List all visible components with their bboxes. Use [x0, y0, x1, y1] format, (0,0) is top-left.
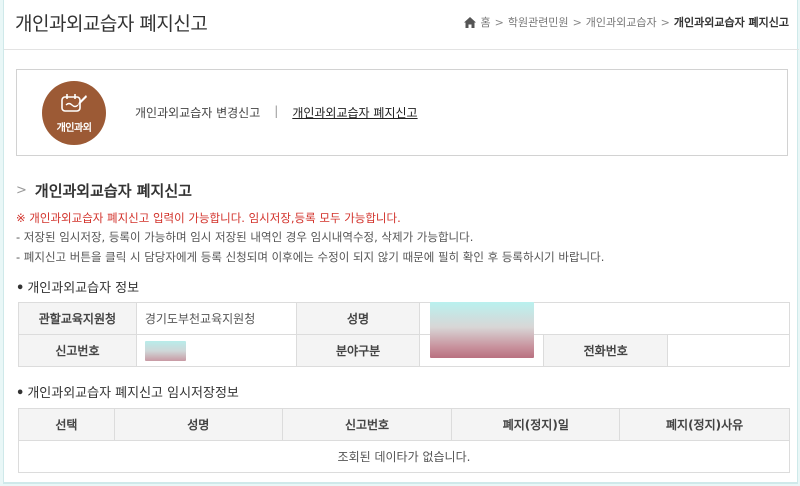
office-label: 관할교육지원청: [18, 302, 137, 335]
badge-label: 개인과외: [56, 123, 92, 134]
breadcrumb-current: 개인과외교습자 폐지신고: [673, 16, 789, 29]
page-title: 개인과외교습자 폐지신고: [15, 13, 208, 35]
report-no-label: 신고번호: [18, 334, 137, 367]
redacted-report-no: [144, 340, 186, 361]
col-select: 선택: [18, 408, 115, 441]
page-header: 개인과외교습자 폐지신고 홈 > 학원관련민원 > 개인과외교습자 > 개인과외…: [4, 0, 799, 50]
temp-table: 선택 성명 신고번호 폐지(정지)일 폐지(정지)사유 조회된 데이타가 없습니…: [18, 408, 790, 473]
col-close-reason: 폐지(정지)사유: [619, 408, 790, 441]
redacted-name-field: [430, 302, 534, 358]
chevron-right-icon: >: [660, 15, 670, 29]
bullet-icon: •: [16, 386, 25, 401]
section-heading: > 개인과외교습자 폐지신고: [16, 180, 192, 201]
tab-close-report[interactable]: 개인과외교습자 폐지신고: [292, 104, 417, 121]
table-row: 조회된 데이타가 없습니다.: [18, 440, 790, 473]
info-table-wrap: 관할교육지원청 경기도부천교육지원청 성명 신고번호 분야구분 전화번호: [18, 302, 790, 368]
phone-label: 전화번호: [543, 334, 669, 367]
office-value: 경기도부천교육지원청: [135, 302, 297, 335]
page-frame: 개인과외교습자 폐지신고 홈 > 학원관련민원 > 개인과외교습자 > 개인과외…: [3, 0, 799, 484]
temp-heading-text: 개인과외교습자 폐지신고 임시저장정보: [27, 386, 239, 401]
info-heading-text: 개인과외교습자 정보: [27, 281, 140, 296]
col-close-date: 폐지(정지)일: [451, 408, 621, 441]
info-row: 관할교육지원청 경기도부천교육지원청 성명: [18, 302, 790, 335]
tab-divider: |: [274, 104, 279, 118]
home-icon[interactable]: [464, 16, 477, 28]
chevron-right-icon: >: [494, 15, 504, 29]
calendar-pencil-icon: [61, 94, 87, 112]
breadcrumb: 홈 > 학원관련민원 > 개인과외교습자 > 개인과외교습자 폐지신고: [464, 14, 789, 30]
report-type-box: 개인과외 개인과외교습자 변경신고 | 개인과외교습자 폐지신고: [16, 69, 788, 156]
notice-red: ※ 개인과외교습자 폐지신고 입력이 가능합니다. 임시저장,등록 모두 가능합…: [16, 211, 401, 225]
temp-header-row: 선택 성명 신고번호 폐지(정지)일 폐지(정지)사유: [18, 408, 790, 441]
col-report-no: 신고번호: [281, 408, 453, 441]
notice-temp-save: - 저장된 임시저장, 등록이 가능하며 임시 저장된 내역인 경우 임시내역수…: [16, 230, 474, 244]
temp-heading: • 개인과외교습자 폐지신고 임시저장정보: [16, 382, 239, 401]
info-table: 관할교육지원청 경기도부천교육지원청 성명 신고번호 분야구분 전화번호: [18, 302, 790, 367]
field-label: 분야구분: [295, 334, 421, 367]
breadcrumb-home[interactable]: 홈: [480, 14, 490, 30]
chevron-right-icon: >: [572, 15, 582, 29]
chevron-right-icon: >: [16, 183, 27, 198]
report-no-value: [135, 334, 297, 367]
empty-message: 조회된 데이타가 없습니다.: [18, 440, 790, 473]
section-title: 개인과외교습자 폐지신고: [34, 182, 192, 200]
notice-submit: - 폐지신고 버튼을 클릭 시 담당자에게 등록 신청되며 이후에는 수정이 되…: [16, 250, 605, 264]
col-name: 성명: [113, 408, 283, 441]
tab-change-report[interactable]: 개인과외교습자 변경신고: [135, 104, 260, 121]
phone-value: [667, 334, 790, 367]
bullet-icon: •: [16, 281, 25, 296]
category-badge: 개인과외: [42, 81, 106, 145]
info-row: 신고번호 분야구분 전화번호: [18, 334, 790, 367]
report-tabs: 개인과외교습자 변경신고 | 개인과외교습자 폐지신고: [135, 104, 418, 121]
breadcrumb-private-tutor[interactable]: 개인과외교습자: [586, 14, 657, 30]
name-label: 성명: [295, 302, 421, 335]
breadcrumb-academy[interactable]: 학원관련민원: [508, 14, 569, 30]
info-heading: • 개인과외교습자 정보: [16, 277, 139, 296]
